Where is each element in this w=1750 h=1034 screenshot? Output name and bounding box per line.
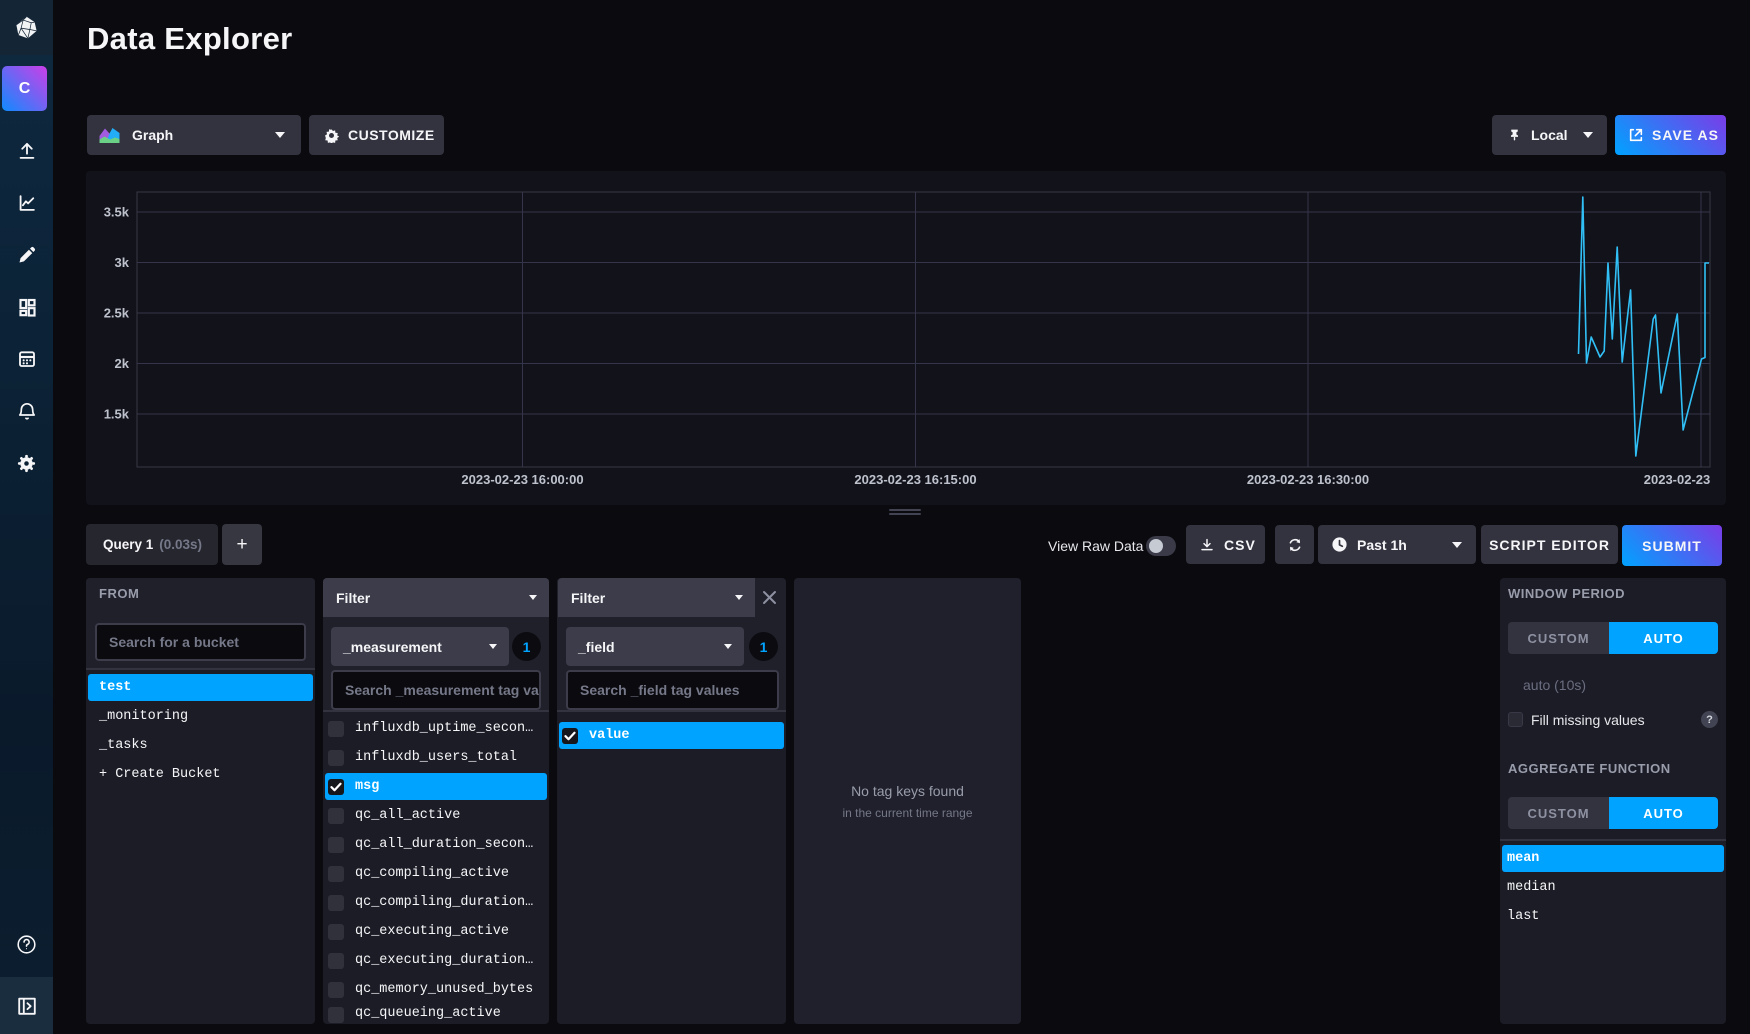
- svg-text:2023-02-23 16:15:00: 2023-02-23 16:15:00: [854, 472, 976, 487]
- svg-text:2.5k: 2.5k: [104, 306, 130, 321]
- svg-text:2023-02-23 16:00:00: 2023-02-23 16:00:00: [461, 472, 583, 487]
- svg-text:2k: 2k: [115, 356, 130, 371]
- svg-text:2023-02-23 16:30:00: 2023-02-23 16:30:00: [1247, 472, 1369, 487]
- svg-text:1.5k: 1.5k: [104, 407, 130, 422]
- svg-text:3.5k: 3.5k: [104, 205, 130, 220]
- svg-text:3k: 3k: [115, 255, 130, 270]
- svg-text:2023-02-23: 2023-02-23: [1644, 472, 1711, 487]
